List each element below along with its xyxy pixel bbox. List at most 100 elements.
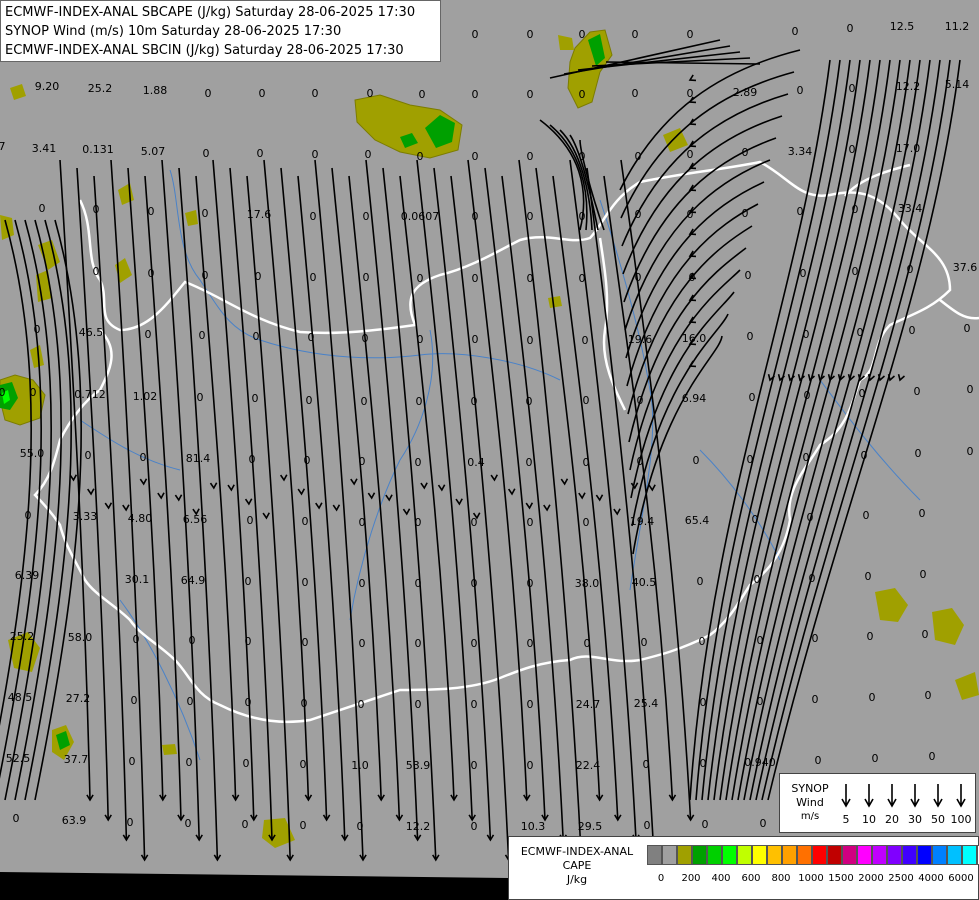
cin-value-label: 0 [635,271,642,284]
cin-value-label: 6.94 [682,392,707,405]
cin-value-label: 0 [757,634,764,647]
cin-value-label: 6.56 [183,513,208,526]
cin-value-label: 0 [632,28,639,41]
cin-value-label: 0 [415,456,422,469]
cape-tick-label: 2000 [858,873,884,884]
cin-value-label: 0 [584,637,591,650]
cin-value-label: 0 [472,272,479,285]
cin-value-label: 0 [635,150,642,163]
cin-value-label: 0.131 [82,143,114,156]
cin-value-label: 0 [199,329,206,342]
cin-value-label: 0 [929,750,936,763]
synop-speed-label: 50 [931,813,945,826]
cape-legend-source: ECMWF-INDEX-ANAL [520,845,634,858]
cape-tick-label: 4000 [918,873,944,884]
cape-color-swatch [677,845,692,865]
cin-value-label: 0 [365,148,372,161]
synop-speed-arrow: 30 [908,784,922,826]
cin-value-label: 0 [527,210,534,223]
cape-tick-label: 0 [657,873,665,884]
cin-value-label: 0 [689,271,696,284]
cin-value-label: 0 [742,207,749,220]
cin-value-label: 0 [579,88,586,101]
cape-color-swatch [812,845,827,865]
cin-value-label: 0 [471,759,478,772]
cin-value-label: 0 [362,332,369,345]
cin-value-label: 0 [306,394,313,407]
cape-color-swatch [722,845,737,865]
title-line-cin: ECMWF-INDEX-ANAL SBCIN (J/kg) Saturday 2… [5,43,404,58]
cin-value-label: 0 [643,758,650,771]
cin-value-label: 0 [745,269,752,282]
cin-value-label: 0 [471,820,478,833]
cin-value-label: 0 [472,150,479,163]
cape-tick-label: 800 [771,873,791,884]
cin-value-label: 0 [472,28,479,41]
cape-color-swatch [692,845,707,865]
cin-value-label: 38.0 [575,577,600,590]
cin-value-label: 0 [579,272,586,285]
cin-value-label: 0.712 [74,388,106,401]
cin-value-label: 37.6 [953,261,978,274]
cin-value-label: 0 [252,392,259,405]
cin-value-label: 0 [145,328,152,341]
cin-value-label: 0 [415,698,422,711]
cin-value-label: 0 [13,812,20,825]
cin-value-label: 0 [757,695,764,708]
cin-value-label: 0 [133,633,140,646]
cin-value-label: 0 [693,454,700,467]
cin-value-label: 0 [964,322,971,335]
cin-value-label: 1.88 [143,84,168,97]
cin-value-label: 0 [967,445,974,458]
cin-value-label: 0 [245,575,252,588]
cin-value-label: 0 [471,698,478,711]
synop-speed-arrow: 50 [931,784,945,826]
cin-value-label: 0 [197,391,204,404]
cin-value-label: 0 [312,148,319,161]
cin-value-label: 25.2 [10,630,35,643]
cape-tick-label: 600 [741,873,761,884]
cin-value-label: 0 [203,147,210,160]
cin-value-label: 0 [471,637,478,650]
cin-value-label: 0 [919,507,926,520]
cin-value-label: 0 [637,394,644,407]
cin-value-label: 0 [300,758,307,771]
cin-value-label: 0 [797,205,804,218]
cin-value-label: 0 [861,449,868,462]
cin-value-label: 0 [419,88,426,101]
map-canvas[interactable]: 12.7000000012.511.29.2025.21.88000000000… [0,0,979,900]
cape-color-swatch [872,845,887,865]
cin-value-label: 9.20 [35,80,60,93]
cape-color-swatch [947,845,962,865]
cin-value-label: 0 [25,509,32,522]
cin-value-label: 0.4 [467,456,485,469]
cape-tick-label: 6000 [948,873,974,884]
cin-value-label: 0 [700,757,707,770]
cin-value-label: 0 [417,272,424,285]
cin-value-label: 0 [471,577,478,590]
cin-value-label: 1.0 [351,759,369,772]
cin-value-label: 0 [967,383,974,396]
cin-value-label: 46.5 [79,326,104,339]
cin-value-label: 17.6 [247,208,272,221]
cin-value-label: 16.0 [682,332,707,345]
cin-value-label: 0 [527,150,534,163]
cin-value-label: 22.4 [576,759,601,772]
cin-value-label: 0 [847,22,854,35]
cin-value-label: 0 [85,449,92,462]
cin-value-label: 52.5 [6,752,31,765]
cin-value-label: 0 [914,385,921,398]
cin-value-label: 0 [363,271,370,284]
cin-value-label: 0 [245,696,252,709]
cin-value-label: 0 [415,577,422,590]
cin-value-label: 0 [859,387,866,400]
synop-speed-label: 5 [843,813,850,826]
cin-value-label: 0 [527,698,534,711]
cin-value-label: 12.2 [896,80,921,93]
cin-value-label: 0 [131,694,138,707]
cin-value-label: 0 [641,636,648,649]
synop-speed-label: 100 [951,813,972,826]
cape-legend-parameter: CAPE [562,859,592,872]
title-line-cape: ECMWF-INDEX-ANAL SBCAPE (J/kg) Saturday … [5,5,416,20]
cin-value-label: 40.5 [632,576,657,589]
